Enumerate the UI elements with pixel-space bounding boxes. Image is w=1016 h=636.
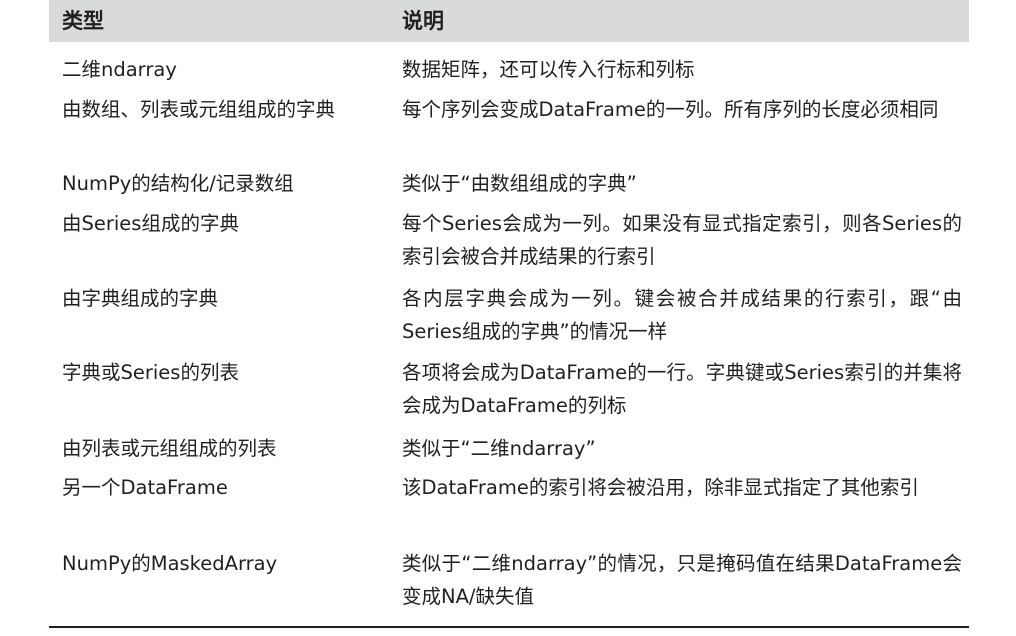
type-cell: 字典或Series的列表	[62, 361, 239, 384]
description-cell: 该DataFrame的索引将会被沿用，除非显式指定了其他索引	[402, 476, 919, 499]
description-cell: 类似于“二维ndarray”	[402, 437, 596, 460]
description-column-header: 说明	[402, 9, 444, 33]
table-body: 二维ndarray 数据矩阵，还可以传入行标和列标 由数组、列表或元组组成的字典…	[49, 42, 969, 630]
type-cell: NumPy的结构化/记录数组	[62, 172, 294, 195]
dataframe-input-types-table: 类型 说明 二维ndarray 数据矩阵，还可以传入行标和列标 由数组、列表或元…	[49, 0, 969, 628]
description-cell: 类似于“由数组组成的字典”	[402, 172, 637, 195]
table-bottom-rule	[49, 626, 969, 628]
description-cell: 每个序列会变成DataFrame的一列。所有序列的长度必须相同	[402, 98, 939, 121]
description-cell: 数据矩阵，还可以传入行标和列标	[402, 58, 695, 81]
type-column-header: 类型	[62, 9, 104, 33]
type-cell: 由字典组成的字典	[62, 287, 219, 310]
description-cell: 类似于“二维ndarray”的情况，只是掩码值在结果DataFrame会变成NA…	[402, 552, 962, 608]
type-cell: 二维ndarray	[62, 58, 177, 81]
type-cell: 由Series组成的字典	[62, 212, 239, 235]
description-cell: 各项将会成为DataFrame的一行。字典键或Series索引的并集将会成为Da…	[402, 361, 962, 417]
type-cell: 由列表或元组组成的列表	[62, 437, 277, 460]
description-cell: 每个Series会成为一列。如果没有显式指定索引，则各Series的索引会被合并…	[402, 212, 962, 268]
description-cell: 各内层字典会成为一列。键会被合并成结果的行索引，跟“由Series组成的字典”的…	[402, 287, 962, 343]
type-cell: NumPy的MaskedArray	[62, 552, 278, 575]
type-cell: 由数组、列表或元组组成的字典	[62, 98, 336, 121]
table-header: 类型 说明	[49, 0, 969, 42]
type-cell: 另一个DataFrame	[62, 476, 228, 499]
